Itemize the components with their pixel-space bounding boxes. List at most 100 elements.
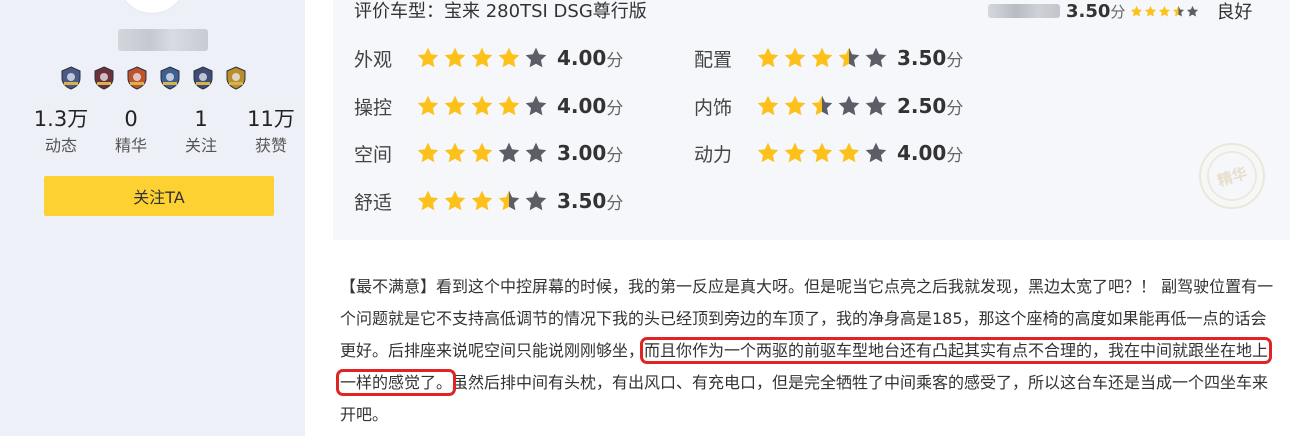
star-full-icon xyxy=(498,47,520,68)
star-empty-icon xyxy=(498,142,520,163)
stat-value: 11万 xyxy=(247,107,295,131)
rating-stars xyxy=(756,141,888,165)
crest-badge-icon[interactable] xyxy=(126,66,148,90)
star-full-icon xyxy=(444,142,466,163)
rating-row-comfort: 舒适 3.50 分 xyxy=(354,184,623,218)
rating-score: 3.50 xyxy=(557,189,607,213)
stat-label: 动态 xyxy=(44,136,77,155)
star-full-icon xyxy=(784,142,806,163)
star-half-icon xyxy=(498,190,520,211)
star-full-icon xyxy=(471,47,493,68)
star-full-icon xyxy=(417,190,439,211)
rating-stars xyxy=(416,46,548,70)
star-full-icon xyxy=(471,142,493,163)
stat-label: 获赞 xyxy=(254,136,287,155)
rating-label: 内饰 xyxy=(694,96,733,119)
rating-unit: 分 xyxy=(606,193,624,214)
profile-stats: 1.3万 动态 0 精华 1 关注 11万 获赞 xyxy=(26,105,306,159)
star-full-icon xyxy=(811,142,833,163)
rating-label: 动力 xyxy=(694,143,733,166)
rating-stars xyxy=(416,141,548,165)
profile-sidebar: 1.3万 动态 0 精华 1 关注 11万 获赞 关注TA xyxy=(0,0,305,436)
star-empty-icon xyxy=(525,95,547,116)
star-empty-icon xyxy=(838,95,860,116)
stat-label: 精华 xyxy=(114,136,147,155)
star-empty-icon xyxy=(865,142,887,163)
rating-label: 操控 xyxy=(354,96,393,119)
rating-stars xyxy=(756,94,888,118)
overall-text: 良好 xyxy=(1216,2,1253,23)
rating-score: 3.50 xyxy=(897,46,947,70)
star-full-icon xyxy=(784,95,806,116)
star-full-icon xyxy=(444,95,466,116)
star-full-icon xyxy=(757,47,779,68)
overall-label-blurred xyxy=(988,4,1060,18)
overall-rating: 3.50 分 良好 xyxy=(988,0,1253,23)
rating-score: 2.50 xyxy=(897,94,947,118)
star-empty-icon xyxy=(865,95,887,116)
overall-unit: 分 xyxy=(1110,2,1126,21)
shield-badge-icon[interactable] xyxy=(60,66,82,90)
star-full-icon xyxy=(417,47,439,68)
medal-badge-icon[interactable] xyxy=(225,66,247,90)
star-full-icon xyxy=(784,47,806,68)
stat-value: 1.3万 xyxy=(33,107,89,131)
stat-value: 1 xyxy=(194,107,208,131)
star-full-icon xyxy=(498,95,520,116)
rating-row-interior: 内饰 2.50 分 xyxy=(694,89,963,123)
star-full-icon xyxy=(1145,5,1157,16)
rating-label: 外观 xyxy=(354,48,393,71)
rating-unit: 分 xyxy=(606,145,624,166)
rating-row-handling: 操控 4.00 分 xyxy=(354,89,623,123)
rating-label: 配置 xyxy=(694,48,733,71)
review-text-part: 虽然后排中间有头枕，有出风口、有充电口，但是完全牺牲了中间乘客的感受了，所以这台… xyxy=(340,373,1269,424)
rating-label: 舒适 xyxy=(354,191,393,214)
star-empty-icon xyxy=(865,47,887,68)
rating-stars xyxy=(416,189,548,213)
username-blurred[interactable] xyxy=(118,29,208,51)
star-full-icon xyxy=(757,142,779,163)
star-empty-icon xyxy=(525,47,547,68)
follow-button[interactable]: 关注TA xyxy=(44,176,274,216)
rating-score: 3.00 xyxy=(557,141,607,165)
essence-seal-icon: 精华 xyxy=(1199,143,1265,209)
star-full-icon xyxy=(444,47,466,68)
rating-unit: 分 xyxy=(606,98,624,119)
rating-row-features: 配置 3.50 分 xyxy=(694,41,963,75)
review-text: 【最不满意】看到这个中控屏幕的时候，我的第一反应是真大呀。但是呢当它点亮之后我就… xyxy=(335,271,1280,431)
rating-row-power: 动力 4.00 分 xyxy=(694,136,963,170)
star-full-icon xyxy=(444,190,466,211)
rating-unit: 分 xyxy=(946,98,964,119)
car-model-label: 评价车型：宝来 280TSI DSG尊行版 xyxy=(354,1,647,22)
stat-likes[interactable]: 11万 获赞 xyxy=(236,105,306,159)
star-full-icon xyxy=(471,95,493,116)
star-empty-icon xyxy=(525,190,547,211)
stat-following[interactable]: 1 关注 xyxy=(166,105,236,159)
rating-score: 4.00 xyxy=(557,46,607,70)
stat-essence[interactable]: 0 精华 xyxy=(96,105,166,159)
overall-score: 3.50 xyxy=(1066,0,1111,22)
star-half-icon xyxy=(838,47,860,68)
stat-posts[interactable]: 1.3万 动态 xyxy=(26,105,96,159)
wing-badge-icon[interactable] xyxy=(159,66,181,90)
rating-unit: 分 xyxy=(946,50,964,71)
star-empty-icon xyxy=(525,142,547,163)
star-half-icon xyxy=(1173,5,1185,16)
star-full-icon xyxy=(1131,5,1143,16)
star-full-icon xyxy=(811,47,833,68)
stat-value: 0 xyxy=(124,107,138,131)
rating-stars xyxy=(756,46,888,70)
rating-card: 评价车型：宝来 280TSI DSG尊行版 3.50 分 良好 外观 4.00 … xyxy=(333,0,1290,240)
badge-list xyxy=(60,66,247,90)
rating-unit: 分 xyxy=(946,145,964,166)
rating-score: 4.00 xyxy=(557,94,607,118)
star-half-icon xyxy=(811,95,833,116)
star-full-icon xyxy=(471,190,493,211)
rating-unit: 分 xyxy=(606,50,624,71)
avatar[interactable] xyxy=(118,0,186,13)
star-full-icon xyxy=(1159,5,1171,16)
helmet-badge-icon[interactable] xyxy=(93,66,115,90)
rating-row-exterior: 外观 4.00 分 xyxy=(354,41,623,75)
stat-label: 关注 xyxy=(184,136,217,155)
rank-badge-icon[interactable] xyxy=(192,66,214,90)
